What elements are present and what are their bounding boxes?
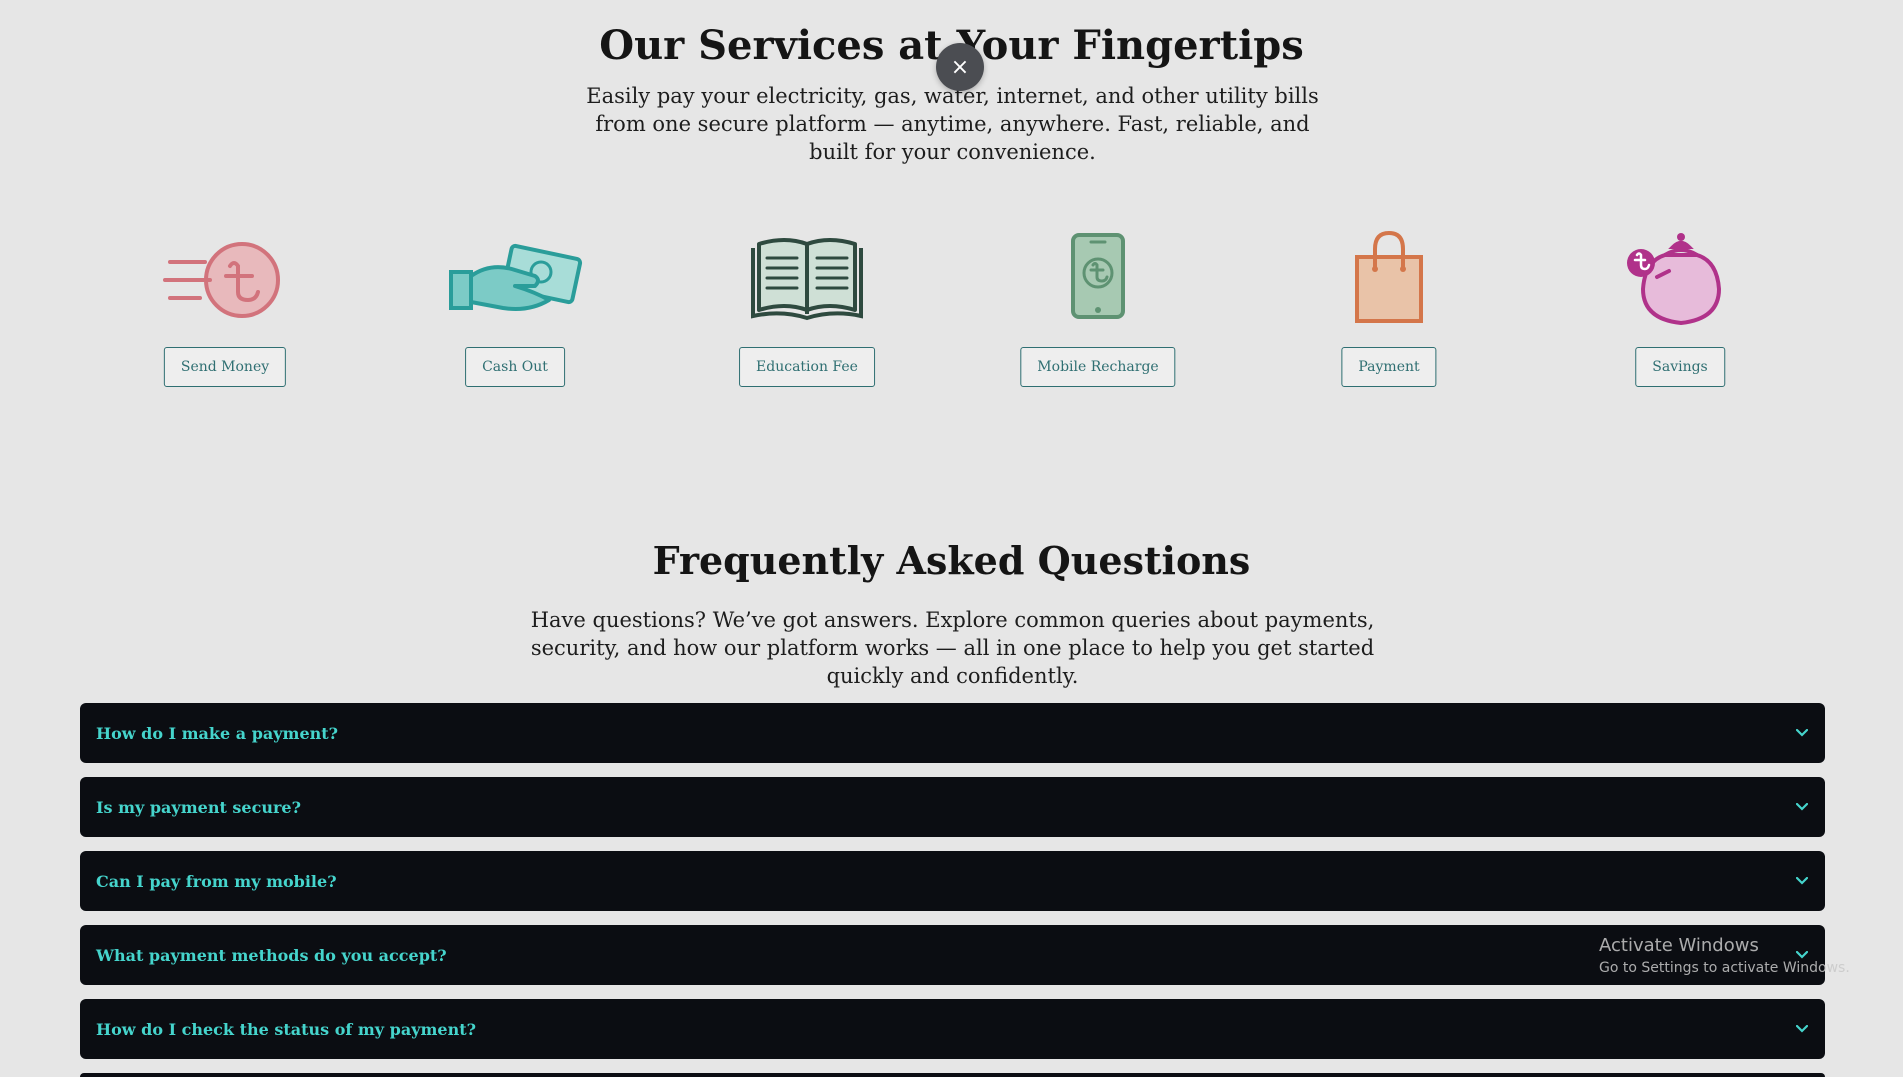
cash-out-button[interactable]: Cash Out	[465, 347, 565, 387]
close-icon: ×	[950, 54, 970, 80]
faq-item-partial[interactable]	[80, 1073, 1825, 1077]
watermark-title: Activate Windows	[1599, 935, 1759, 956]
faq-subtitle: Have questions? We’ve got answers. Explo…	[530, 608, 1375, 688]
savings-button[interactable]: Savings	[1635, 347, 1725, 387]
send-money-icon	[135, 222, 315, 332]
services-subtitle: Easily pay your electricity, gas, water,…	[586, 84, 1319, 164]
chevron-down-icon[interactable]	[1795, 800, 1809, 814]
service-education-fee: Education Fee	[717, 222, 897, 397]
faq-question: How do I make a payment?	[96, 723, 339, 743]
faq-item[interactable]: Is my payment secure?	[80, 777, 1825, 837]
service-cash-out: Cash Out	[425, 222, 605, 397]
faq-item[interactable]: How do I make a payment?	[80, 703, 1825, 763]
service-savings: Savings	[1590, 222, 1770, 397]
service-mobile-recharge: Mobile Recharge	[1008, 222, 1188, 397]
activate-windows-watermark: Activate Windows Go to Settings to activ…	[1599, 935, 1850, 976]
mobile-recharge-icon	[1008, 222, 1188, 332]
send-money-button[interactable]: Send Money	[163, 347, 287, 387]
cash-out-icon	[425, 222, 605, 332]
faq-question: Can I pay from my mobile?	[96, 871, 337, 891]
chevron-down-icon[interactable]	[1795, 874, 1809, 888]
mobile-recharge-button[interactable]: Mobile Recharge	[1020, 347, 1176, 387]
faq-item[interactable]: Can I pay from my mobile?	[80, 851, 1825, 911]
faq-question: What payment methods do you accept?	[96, 945, 447, 965]
faq-question: Is my payment secure?	[96, 797, 301, 817]
education-fee-button[interactable]: Education Fee	[739, 347, 875, 387]
faq-title: Frequently Asked Questions	[652, 538, 1251, 583]
service-send-money: Send Money	[135, 222, 315, 397]
page: Our Services at Your Fingertips Easily p…	[0, 0, 1903, 1077]
close-button[interactable]: ×	[936, 43, 984, 91]
service-payment: Payment	[1299, 222, 1479, 397]
watermark-subtitle: Go to Settings to activate Windows.	[1599, 960, 1850, 976]
shopping-bag-icon	[1299, 222, 1479, 332]
savings-jar-icon	[1590, 222, 1770, 332]
faq-question: How do I check the status of my payment?	[96, 1019, 476, 1039]
chevron-down-icon[interactable]	[1795, 726, 1809, 740]
payment-button[interactable]: Payment	[1341, 347, 1437, 387]
chevron-down-icon[interactable]	[1795, 1022, 1809, 1036]
book-icon	[717, 222, 897, 332]
faq-item[interactable]: What payment methods do you accept?	[80, 925, 1825, 985]
faq-item[interactable]: How do I check the status of my payment?	[80, 999, 1825, 1059]
